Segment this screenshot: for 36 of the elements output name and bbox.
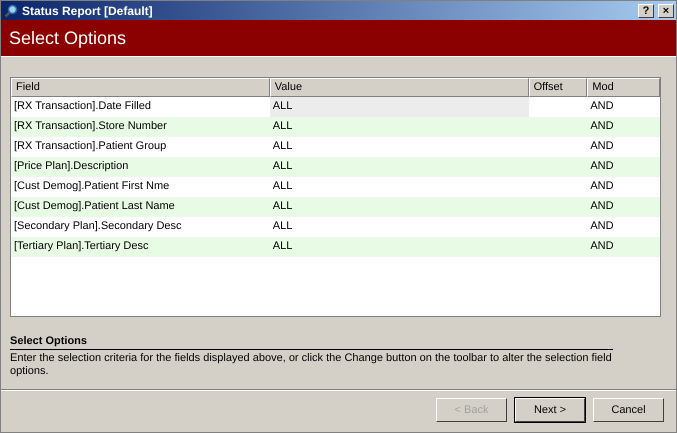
table-cell-text: [RX Transaction].Patient Group: [13, 139, 168, 154]
table-cell-text: [Cust Demog].Patient Last Name: [13, 199, 176, 214]
table-cell-text: AND: [589, 199, 615, 214]
table-cell[interactable]: ALL: [270, 237, 529, 257]
table-cell[interactable]: ALL: [270, 137, 529, 157]
table-cell[interactable]: ALL: [270, 117, 529, 137]
table-cell-text: AND: [589, 119, 615, 134]
table-cell-text: AND: [589, 219, 615, 234]
table-cell-text: AND: [589, 239, 615, 254]
magnifier-icon: [4, 4, 18, 18]
table-cell-text: AND: [589, 179, 615, 194]
table-cell[interactable]: ALL: [270, 197, 529, 217]
table-cell-text: [Secondary Plan].Secondary Desc: [13, 219, 183, 234]
help-button[interactable]: ?: [638, 4, 654, 18]
help-text: Enter the selection criteria for the fields displayed above, or click the Change button on the toolbar to alter the selection field options.: [10, 352, 613, 378]
table-cell-text: [Price Plan].Description: [13, 159, 130, 174]
column-header[interactable]: Field: [11, 78, 270, 97]
table-cell-text: AND: [589, 159, 615, 174]
page-heading: Select Options: [9, 28, 126, 48]
table-cell[interactable]: ALL: [270, 177, 529, 197]
close-button[interactable]: ×: [658, 4, 674, 18]
column-header[interactable]: Mod: [587, 78, 660, 97]
table-cell-text: [RX Transaction].Date Filled: [13, 99, 152, 114]
table-cell-text: [Tertiary Plan].Tertiary Desc: [13, 239, 150, 254]
table-cell[interactable]: ALL: [270, 97, 529, 117]
help-heading: Select Options: [10, 335, 613, 350]
column-header[interactable]: Offset: [528, 78, 588, 97]
cancel-button[interactable]: Cancel: [593, 398, 664, 422]
table-cell[interactable]: ALL: [270, 217, 529, 237]
table-cell[interactable]: ALL: [270, 157, 529, 177]
next-button[interactable]: Next >: [515, 398, 585, 422]
column-header[interactable]: Value: [270, 78, 529, 97]
table-cell-text: [RX Transaction].Store Number: [13, 119, 168, 134]
table-cell-text: [Cust Demog].Patient First Nme: [13, 179, 170, 194]
window-title: Status Report [Default]: [22, 4, 154, 18]
table-cell-text: AND: [589, 139, 615, 154]
